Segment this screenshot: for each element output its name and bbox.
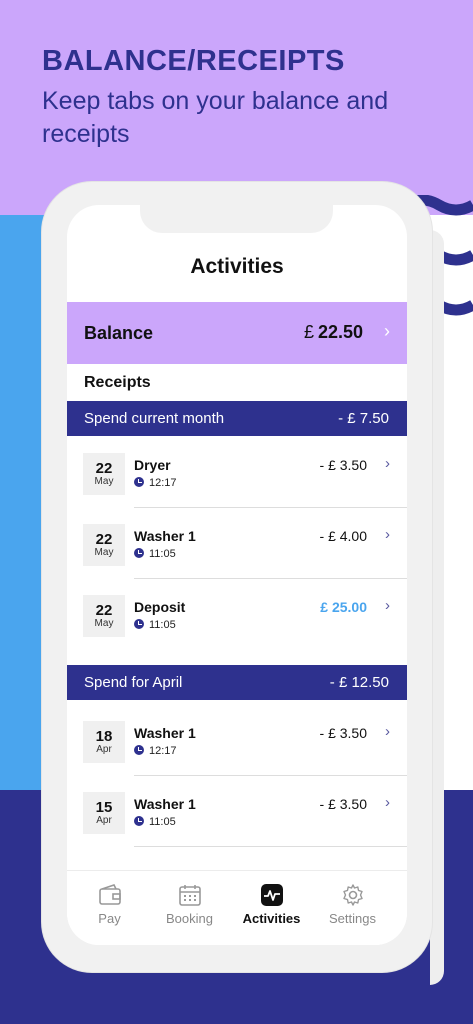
tab-settings[interactable]: Settings (310, 883, 395, 926)
wallet-icon (98, 884, 121, 905)
balance-row[interactable]: Balance £22.50 › (67, 302, 407, 364)
receipt-row[interactable]: 22 May Deposit 11:05 £ 25.00 › (67, 579, 407, 650)
receipt-time: 11:05 (134, 619, 176, 631)
chevron-right-icon: › (384, 321, 390, 341)
clock-icon (134, 477, 144, 487)
receipt-name: Dryer (134, 457, 171, 473)
receipt-name: Washer 1 (134, 528, 196, 544)
activity-icon (260, 884, 283, 906)
hero-title: BALANCE/RECEIPTS (42, 45, 345, 77)
tab-label: Activities (242, 911, 301, 926)
phone-shadow (430, 230, 444, 985)
row-divider (134, 846, 407, 847)
clock-icon (134, 816, 144, 826)
receipt-time: 12:17 (134, 477, 177, 489)
section-header-april: Spend for April - £ 12.50 (67, 665, 407, 700)
chevron-right-icon: › (385, 455, 390, 472)
date-badge: 22 May (83, 453, 125, 495)
receipt-amount: - £ 3.50 (319, 457, 367, 473)
receipt-row[interactable]: 15 Apr Washer 1 11:05 - £ 3.50 › (67, 776, 407, 847)
tab-activities[interactable]: Activities (229, 883, 314, 926)
section-header-current-month: Spend current month - £ 7.50 (67, 401, 407, 436)
receipt-row[interactable]: 22 May Dryer 12:17 - £ 3.50 › (67, 437, 407, 508)
tab-label: Pay (98, 911, 121, 926)
section-total: - £ 12.50 (329, 674, 389, 691)
tab-booking[interactable]: Booking (147, 883, 232, 926)
phone-notch (140, 205, 333, 233)
tab-label: Settings (329, 911, 376, 926)
receipt-time: 11:05 (134, 548, 176, 560)
section-label: Spend for April (84, 674, 183, 691)
receipt-row[interactable]: 22 May Washer 1 11:05 - £ 4.00 › (67, 508, 407, 579)
hero-subtitle: Keep tabs on your balance and receipts (42, 87, 389, 148)
clock-icon (134, 548, 144, 558)
chevron-right-icon: › (385, 526, 390, 543)
clock-icon (134, 619, 144, 629)
tab-bar: Pay Booking Activities Settings (67, 870, 407, 945)
tab-label: Booking (166, 911, 213, 926)
date-badge: 22 May (83, 595, 125, 637)
receipt-time: 12:17 (134, 745, 177, 757)
receipt-amount: - £ 3.50 (319, 725, 367, 741)
receipt-name: Washer 1 (134, 725, 196, 741)
receipt-row[interactable]: 18 Apr Washer 1 12:17 - £ 3.50 › (67, 705, 407, 776)
receipt-time: 11:05 (134, 816, 176, 828)
date-badge: 18 Apr (83, 721, 125, 763)
date-badge: 22 May (83, 524, 125, 566)
receipts-heading: Receipts (84, 374, 151, 391)
receipt-name: Washer 1 (134, 796, 196, 812)
receipt-amount: - £ 3.50 (319, 796, 367, 812)
gear-icon (342, 884, 363, 906)
app-screen: Activities Balance £22.50 › Receipts Spe… (67, 205, 407, 945)
section-total: - £ 7.50 (338, 410, 389, 427)
page-title: Activities (190, 255, 284, 278)
date-badge: 15 Apr (83, 792, 125, 834)
chevron-right-icon: › (385, 723, 390, 740)
balance-value: £22.50 (303, 322, 363, 342)
receipt-name: Deposit (134, 599, 186, 615)
chevron-right-icon: › (385, 597, 390, 614)
chevron-right-icon: › (385, 794, 390, 811)
balance-label: Balance (84, 323, 154, 343)
tab-pay[interactable]: Pay (67, 883, 152, 926)
receipt-amount: - £ 4.00 (319, 528, 367, 544)
receipt-amount: £ 25.00 (320, 599, 367, 615)
section-label: Spend current month (84, 410, 225, 427)
calendar-icon (178, 885, 201, 906)
clock-icon (134, 745, 144, 755)
